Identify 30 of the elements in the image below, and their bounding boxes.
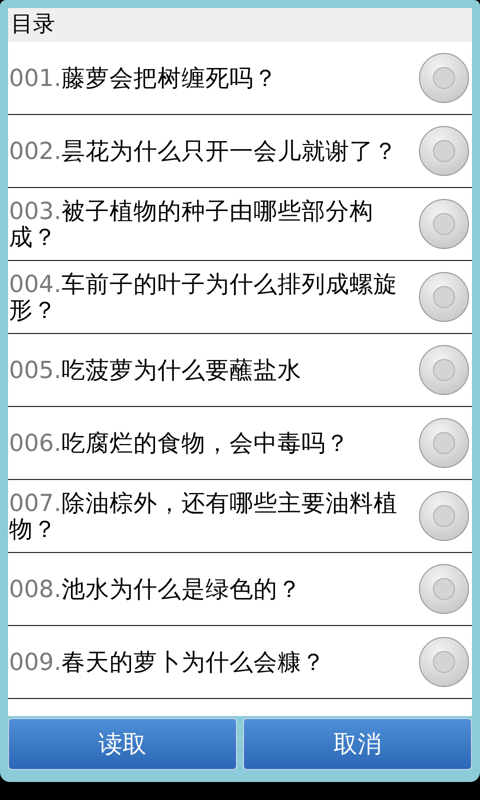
- list-item[interactable]: 007.除油棕外，还有哪些主要油料植物？: [8, 480, 472, 553]
- radio-button[interactable]: [419, 345, 469, 395]
- list-item[interactable]: 009.春天的萝卜为什么会糠？: [8, 626, 472, 699]
- radio-button[interactable]: [419, 637, 469, 687]
- radio-button[interactable]: [419, 199, 469, 249]
- radio-button[interactable]: [419, 126, 469, 176]
- radio-button[interactable]: [419, 418, 469, 468]
- radio-button[interactable]: [419, 53, 469, 103]
- dialog-button[interactable]: 读取: [8, 718, 237, 770]
- radio-button[interactable]: [419, 564, 469, 614]
- list-item[interactable]: 003.被子植物的种子由哪些部分构成？: [8, 188, 472, 261]
- list-item[interactable]: 004.车前子的叶子为什么排列成螺旋形？: [8, 261, 472, 334]
- dialog-button[interactable]: 取消: [243, 718, 472, 770]
- list-item[interactable]: 001.藤萝会把树缠死吗？: [8, 42, 472, 115]
- list-item[interactable]: 006.吃腐烂的食物，会中毒吗？: [8, 407, 472, 480]
- item-title: 002.昙花为什么只开一会儿就谢了？: [8, 138, 398, 164]
- radio-button[interactable]: [419, 272, 469, 322]
- radio-button[interactable]: [419, 491, 469, 541]
- dialog-title: 目录: [8, 8, 472, 42]
- list-item[interactable]: 002.昙花为什么只开一会儿就谢了？: [8, 115, 472, 188]
- list-item[interactable]: 008.池水为什么是绿色的？: [8, 553, 472, 626]
- item-title: 003.被子植物的种子由哪些部分构成？: [8, 198, 374, 250]
- list-item[interactable]: 005.吃菠萝为什么要蘸盐水: [8, 334, 472, 407]
- item-title: 007.除油棕外，还有哪些主要油料植物？: [8, 490, 398, 542]
- item-title: 006.吃腐烂的食物，会中毒吗？: [8, 430, 350, 456]
- item-title: 004.车前子的叶子为什么排列成螺旋形？: [8, 271, 398, 323]
- item-title: 001.藤萝会把树缠死吗？: [8, 65, 278, 91]
- item-title: 005.吃菠萝为什么要蘸盐水: [8, 357, 302, 383]
- item-title: 008.池水为什么是绿色的？: [8, 576, 302, 602]
- item-title: 009.春天的萝卜为什么会糠？: [8, 649, 326, 675]
